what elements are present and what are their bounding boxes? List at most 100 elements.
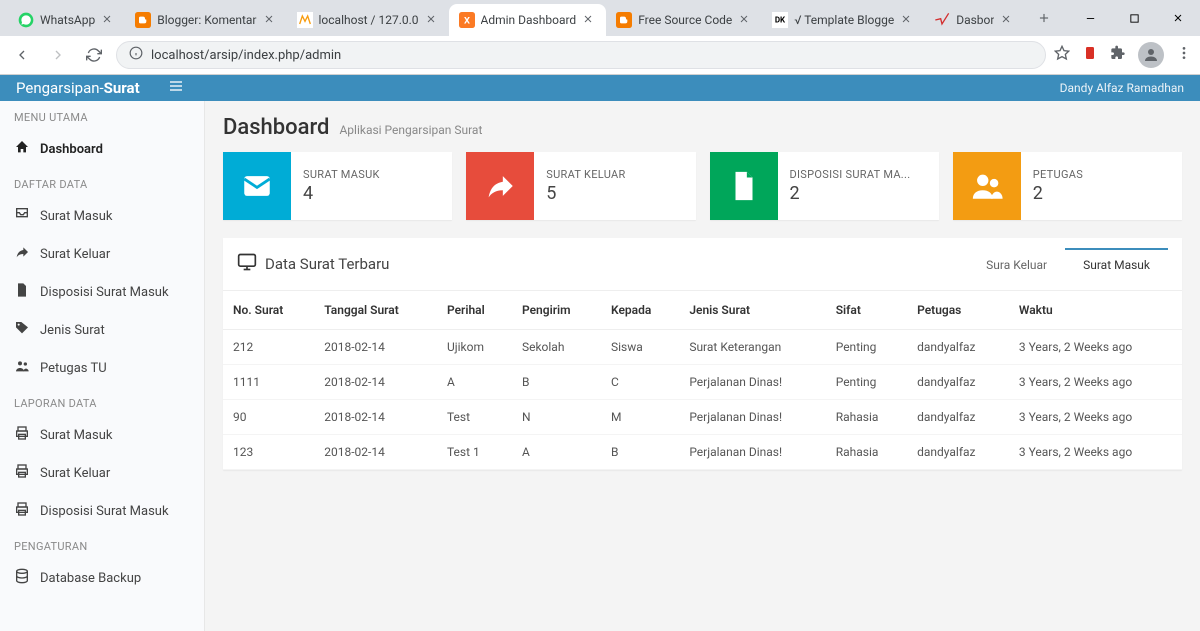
- stat-card-disposisi-surat-ma-[interactable]: DISPOSISI SURAT MA... 2: [710, 152, 939, 220]
- panel-title-text: Data Surat Terbaru: [265, 255, 389, 273]
- sidebar: MENU UTAMADashboardDAFTAR DATASurat Masu…: [0, 101, 205, 631]
- close-icon[interactable]: [1000, 13, 1014, 27]
- favicon-icon: [18, 12, 34, 28]
- panel-tab-sura-keluar[interactable]: Sura Keluar: [968, 248, 1065, 280]
- db-icon: [14, 568, 30, 588]
- sidebar-item-jenis-surat[interactable]: Jenis Surat: [0, 311, 204, 349]
- header-user-name[interactable]: Dandy Alfaz Ramadhan: [1060, 81, 1184, 95]
- page-title: Dashboard: [223, 115, 329, 140]
- close-icon[interactable]: [425, 13, 439, 27]
- main-content: Dashboard Aplikasi Pengarsipan Surat SUR…: [205, 101, 1200, 631]
- table-cell: dandyalfaz: [907, 400, 1009, 435]
- table-cell: dandyalfaz: [907, 435, 1009, 470]
- browser-tab[interactable]: Dasbor: [924, 4, 1024, 36]
- close-icon[interactable]: [900, 13, 914, 27]
- browser-tab[interactable]: DK √ Template Blogge: [762, 4, 924, 36]
- data-table: No. SuratTanggal SuratPerihalPengirimKep…: [223, 291, 1182, 470]
- sidebar-item-label: Dashboard: [40, 142, 103, 157]
- stat-card-surat-masuk[interactable]: SURAT MASUK 4: [223, 152, 452, 220]
- table-cell: 3 Years, 2 Weeks ago: [1009, 365, 1182, 400]
- svg-text:DK: DK: [775, 16, 786, 25]
- tab-title: √ Template Blogge: [794, 13, 894, 27]
- stat-card-petugas[interactable]: PETUGAS 2: [953, 152, 1182, 220]
- site-info-icon: [129, 46, 143, 64]
- hamburger-icon[interactable]: [168, 78, 184, 98]
- stat-label: PETUGAS: [1033, 168, 1083, 181]
- close-icon[interactable]: [101, 13, 115, 27]
- sidebar-item-surat-keluar[interactable]: Surat Keluar: [0, 235, 204, 273]
- maximize-button[interactable]: [1112, 2, 1156, 34]
- stat-card-surat-keluar[interactable]: SURAT KELUAR 5: [466, 152, 695, 220]
- reload-button[interactable]: [80, 41, 108, 69]
- people-icon: [953, 152, 1021, 220]
- close-icon[interactable]: [738, 13, 752, 27]
- table-row[interactable]: 2122018-02-14UjikomSekolahSiswaSurat Ket…: [223, 330, 1182, 365]
- monitor-icon: [237, 252, 257, 276]
- sidebar-item-surat-masuk[interactable]: Surat Masuk: [0, 197, 204, 235]
- sidebar-item-label: Database Backup: [40, 571, 141, 586]
- table-row[interactable]: 902018-02-14TestNMPerjalanan Dinas!Rahas…: [223, 400, 1182, 435]
- sidebar-item-label: Surat Keluar: [40, 466, 110, 481]
- stat-value: 2: [1033, 183, 1083, 204]
- sidebar-item-surat-masuk[interactable]: Surat Masuk: [0, 416, 204, 454]
- window-controls: [1068, 2, 1200, 34]
- table-cell: 2018-02-14: [314, 330, 437, 365]
- sidebar-item-dashboard[interactable]: Dashboard: [0, 130, 204, 168]
- table-cell: 90: [223, 400, 314, 435]
- browser-tab[interactable]: Blogger: Komentar: [125, 4, 286, 36]
- sidebar-item-surat-keluar[interactable]: Surat Keluar: [0, 454, 204, 492]
- browser-tab[interactable]: localhost / 127.0.0: [287, 4, 449, 36]
- column-header: Kepada: [601, 291, 679, 330]
- extension-icon[interactable]: [1082, 45, 1098, 65]
- kebab-menu-icon[interactable]: [1176, 45, 1192, 65]
- new-tab-button[interactable]: [1030, 4, 1058, 32]
- sidebar-heading: DAFTAR DATA: [0, 168, 204, 197]
- print-icon: [14, 501, 30, 521]
- browser-tab[interactable]: X Admin Dashboard: [449, 4, 607, 36]
- panel-tab-surat-masuk[interactable]: Surat Masuk: [1065, 248, 1168, 280]
- sidebar-item-label: Surat Masuk: [40, 428, 112, 443]
- sidebar-item-disposisi-surat-masuk[interactable]: Disposisi Surat Masuk: [0, 492, 204, 530]
- table-cell: 3 Years, 2 Weeks ago: [1009, 435, 1182, 470]
- app-header: Pengarsipan-Surat Dandy Alfaz Ramadhan: [0, 75, 1200, 101]
- panel-header: Data Surat Terbaru Sura KeluarSurat Masu…: [223, 238, 1182, 291]
- table-cell: Perjalanan Dinas!: [679, 365, 825, 400]
- table-cell: C: [601, 365, 679, 400]
- stat-label: SURAT KELUAR: [546, 168, 625, 181]
- favicon-icon: [135, 12, 151, 28]
- print-icon: [14, 463, 30, 483]
- puzzle-icon[interactable]: [1110, 45, 1126, 65]
- url-field[interactable]: localhost/arsip/index.php/admin: [116, 41, 1046, 69]
- table-cell: 2018-02-14: [314, 365, 437, 400]
- tab-title: WhatsApp: [40, 13, 95, 27]
- sidebar-item-disposisi-surat-masuk[interactable]: Disposisi Surat Masuk: [0, 273, 204, 311]
- window-close-button[interactable]: [1156, 2, 1200, 34]
- table-cell: Perjalanan Dinas!: [679, 435, 825, 470]
- table-row[interactable]: 1232018-02-14Test 1ABPerjalanan Dinas!Ra…: [223, 435, 1182, 470]
- column-header: Sifat: [826, 291, 907, 330]
- column-header: Pengirim: [512, 291, 601, 330]
- table-cell: Ujikom: [437, 330, 512, 365]
- browser-tab[interactable]: WhatsApp: [8, 4, 125, 36]
- table-cell: dandyalfaz: [907, 365, 1009, 400]
- back-button[interactable]: [8, 41, 36, 69]
- sidebar-item-petugas-tu[interactable]: Petugas TU: [0, 349, 204, 387]
- profile-avatar[interactable]: [1138, 42, 1164, 68]
- stat-value: 4: [303, 183, 380, 204]
- stat-body: PETUGAS 2: [1021, 152, 1095, 220]
- minimize-button[interactable]: [1068, 2, 1112, 34]
- star-icon[interactable]: [1054, 45, 1070, 65]
- browser-tab[interactable]: Free Source Code: [606, 4, 762, 36]
- sidebar-item-label: Disposisi Surat Masuk: [40, 504, 169, 519]
- forward-button[interactable]: [44, 41, 72, 69]
- sidebar-item-database-backup[interactable]: Database Backup: [0, 559, 204, 597]
- close-icon[interactable]: [263, 13, 277, 27]
- panel-title: Data Surat Terbaru: [237, 252, 389, 276]
- browser-chrome: WhatsApp Blogger: Komentar localhost / 1…: [0, 0, 1200, 75]
- send-icon: [466, 152, 534, 220]
- column-header: Perihal: [437, 291, 512, 330]
- app-logo: Pengarsipan-Surat: [16, 79, 140, 97]
- table-row[interactable]: 11112018-02-14ABCPerjalanan Dinas!Pentin…: [223, 365, 1182, 400]
- close-icon[interactable]: [582, 13, 596, 27]
- tabs-bar: WhatsApp Blogger: Komentar localhost / 1…: [0, 0, 1200, 36]
